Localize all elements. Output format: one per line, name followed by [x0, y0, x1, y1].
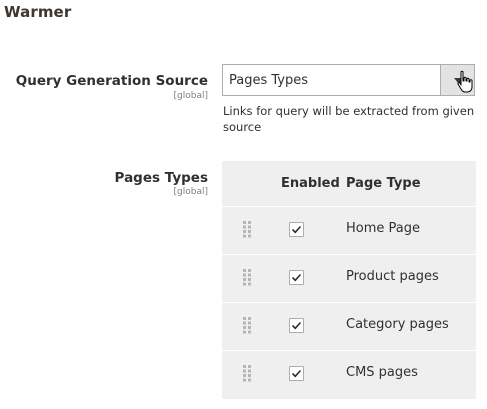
enabled-checkbox[interactable] [289, 270, 304, 285]
column-header-page-type: Page Type [346, 176, 421, 191]
checkmark-icon [291, 369, 302, 378]
page-type-name: Home Page [346, 221, 420, 236]
drag-handle-icon[interactable] [242, 364, 252, 382]
query-source-note: Links for query will be extracted from g… [223, 104, 475, 134]
enabled-checkbox[interactable] [289, 318, 304, 333]
hand-pointer-icon [457, 70, 473, 93]
enabled-checkbox[interactable] [289, 366, 304, 381]
query-source-label: Query Generation Source [15, 73, 208, 89]
section-title: Warmer [4, 3, 72, 21]
drag-handle-icon[interactable] [242, 268, 252, 286]
drag-handle-icon[interactable] [242, 316, 252, 334]
table-row: Category pages [222, 302, 476, 350]
query-source-select[interactable]: Pages Types [222, 64, 475, 96]
enabled-checkbox[interactable] [289, 222, 304, 237]
checkmark-icon [291, 321, 302, 330]
query-source-selected-value: Pages Types [229, 73, 309, 88]
pages-types-scope: [global] [173, 187, 208, 197]
table-row: Product pages [222, 254, 476, 302]
pages-types-label: Pages Types [114, 170, 208, 186]
table-row: CMS pages [222, 350, 476, 398]
column-header-enabled: Enabled [281, 176, 340, 191]
table-row: Home Page [222, 206, 476, 254]
query-source-scope: [global] [173, 91, 208, 101]
pages-types-grid: Enabled Page Type Home Page Product page… [222, 161, 476, 399]
page-type-name: Product pages [346, 269, 439, 284]
checkmark-icon [291, 273, 302, 282]
drag-handle-icon[interactable] [242, 220, 252, 238]
page-type-name: CMS pages [346, 365, 418, 380]
page-type-name: Category pages [346, 317, 449, 332]
grid-header: Enabled Page Type [222, 161, 476, 206]
checkmark-icon [291, 225, 302, 234]
